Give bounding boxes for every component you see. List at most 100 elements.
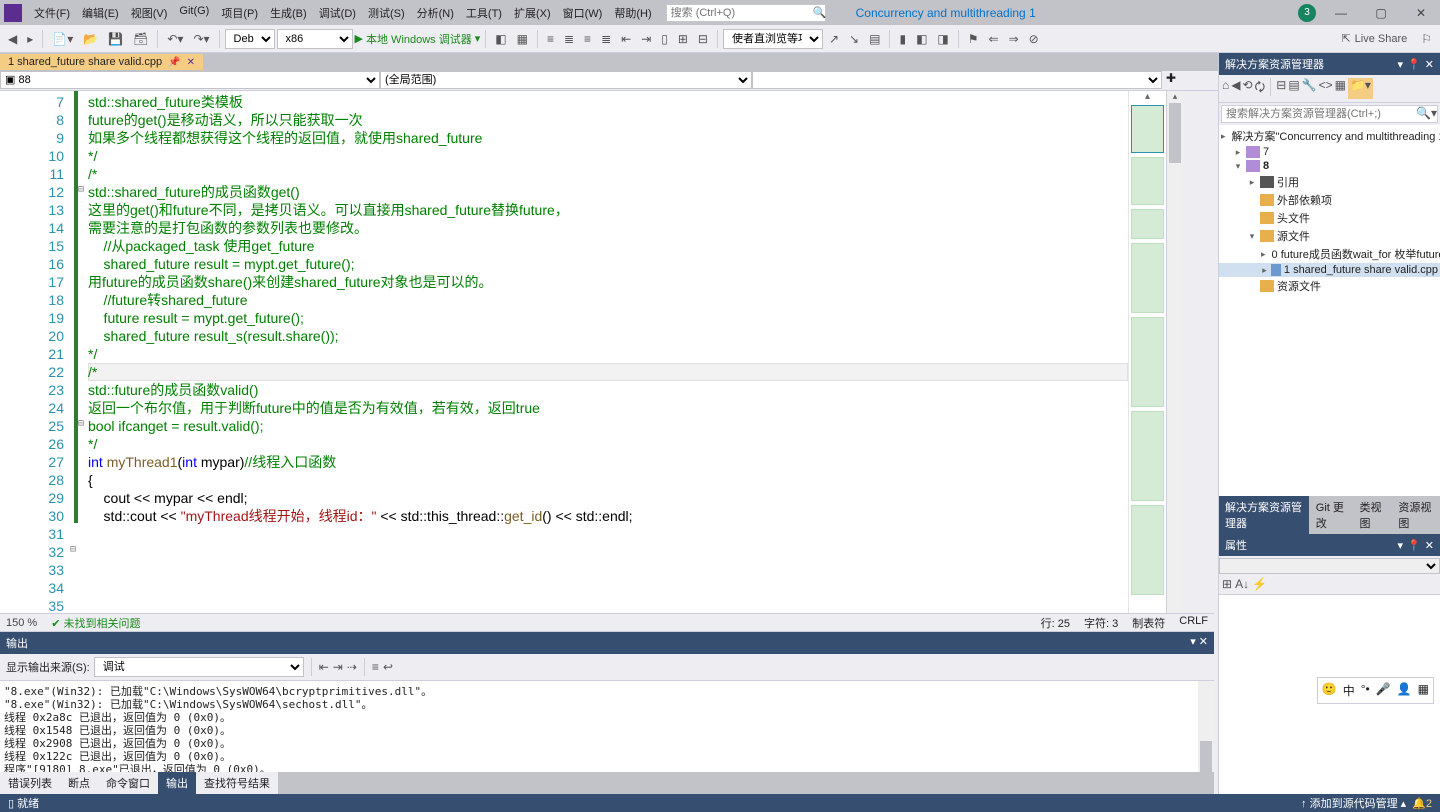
bookmark-icon[interactable]: ◨ <box>933 30 952 48</box>
minimize-button[interactable]: — <box>1326 6 1356 20</box>
nav-select[interactable]: 使者直浏览等项(E) <box>723 29 823 49</box>
redo-button[interactable]: ↷▾ <box>189 30 213 48</box>
references-node[interactable]: ▸引用 <box>1219 173 1440 191</box>
bookmark-icon[interactable]: ◧ <box>912 30 931 48</box>
show-all-icon[interactable]: ▤ <box>1288 78 1299 99</box>
menu-item[interactable]: 扩展(X) <box>508 2 557 24</box>
solution-tab[interactable]: 资源视图 <box>1392 496 1439 534</box>
project-scope-select[interactable]: ▣ 88 <box>0 71 380 89</box>
indent-icon[interactable]: ≣ <box>597 30 615 48</box>
collab-icon[interactable]: 🎤 <box>1376 682 1391 699</box>
editor-scrollbar[interactable]: ▴ ▾ <box>1166 91 1183 621</box>
fwd-button[interactable]: ▸ <box>23 30 37 48</box>
nav-icon[interactable]: ⇒ <box>1005 30 1023 48</box>
output-tab[interactable]: 查找符号结果 <box>196 772 278 794</box>
issue-status[interactable]: ✔ 未找到相关问题 <box>51 615 140 631</box>
output-tab[interactable]: 输出 <box>158 772 196 794</box>
panel-menu-icon[interactable]: ▾ <box>1398 539 1404 552</box>
sources-node[interactable]: ▾源文件 <box>1219 227 1440 245</box>
nav-icon[interactable]: ↘ <box>845 30 863 48</box>
output-tab[interactable]: 命令窗口 <box>98 772 158 794</box>
undo-button[interactable]: ↶▾ <box>163 30 187 48</box>
view-code-icon[interactable]: <> <box>1319 78 1333 99</box>
clear-icon[interactable]: ≡ <box>372 660 379 674</box>
nav-icon[interactable]: ⊘ <box>1025 30 1043 48</box>
menu-item[interactable]: 窗口(W) <box>557 2 609 24</box>
project-node[interactable]: ▸7 <box>1219 145 1440 159</box>
back-icon[interactable]: ◀ <box>1231 78 1240 99</box>
indent-icon[interactable]: ≡ <box>543 30 558 48</box>
tool-icon[interactable]: ▦ <box>513 30 532 48</box>
alpha-sort-icon[interactable]: A↓ <box>1235 577 1249 591</box>
minimap[interactable]: ▴ <box>1128 91 1166 621</box>
scope-select[interactable]: (全局范围) <box>380 71 752 89</box>
close-button[interactable]: ✕ <box>1406 6 1436 20</box>
output-text[interactable]: "8.exe"(Win32): 已加载"C:\Windows\SysWOW64\… <box>0 681 1214 772</box>
scroll-up-icon[interactable]: ▴ <box>1129 91 1166 102</box>
indent-mode[interactable]: 制表符 <box>1132 615 1165 631</box>
search-input[interactable] <box>671 7 813 19</box>
save-button[interactable]: 💾 <box>104 30 127 48</box>
headers-node[interactable]: 头文件 <box>1219 209 1440 227</box>
solution-search[interactable]: 🔍▾ <box>1221 105 1438 123</box>
menu-item[interactable]: 生成(B) <box>264 2 313 24</box>
indent-icon[interactable]: ≡ <box>580 30 595 48</box>
source-file[interactable]: ▸1 shared_future share valid.cpp <box>1219 263 1440 277</box>
output-nav-icon[interactable]: ⇥ <box>333 660 343 674</box>
properties-object-select[interactable] <box>1219 558 1440 574</box>
comment-icon[interactable]: ⊞ <box>674 30 692 48</box>
panel-menu-icon[interactable]: ▾ <box>1398 58 1404 71</box>
menu-item[interactable]: 项目(P) <box>215 2 264 24</box>
solution-tab[interactable]: 解决方案资源管理器 <box>1219 496 1309 534</box>
new-item-button[interactable]: 📄▾ <box>48 30 77 48</box>
output-nav-icon[interactable]: ⇢ <box>347 660 357 674</box>
comment-icon[interactable]: ⊟ <box>694 30 712 48</box>
code-editor[interactable]: 7891011121314151617181920212223242526272… <box>0 91 1128 621</box>
collab-toolbar[interactable]: 🙂 中 °• 🎤 👤 ▦ <box>1317 677 1434 704</box>
menu-item[interactable]: 编辑(E) <box>76 2 125 24</box>
solution-search-input[interactable] <box>1222 106 1416 122</box>
back-button[interactable]: ◀ <box>4 30 21 48</box>
tool-icon[interactable]: ◧ <box>491 30 510 48</box>
close-panel-icon[interactable]: ✕ <box>1425 539 1434 552</box>
properties-icon[interactable]: 🔧 <box>1302 78 1317 99</box>
collab-icon[interactable]: 中 <box>1343 682 1355 699</box>
pin-icon[interactable]: 📍 <box>1407 58 1421 71</box>
nav-icon[interactable]: ▤ <box>865 30 884 48</box>
bookmark-icon[interactable]: ▮ <box>895 30 910 48</box>
solution-node[interactable]: ▸解决方案"Concurrency and multithreading 1"(… <box>1219 127 1440 145</box>
categorize-icon[interactable]: ⊞ <box>1222 577 1232 591</box>
split-icon[interactable]: ✚ <box>1162 71 1180 90</box>
nav-icon[interactable]: ↗ <box>825 30 843 48</box>
resources-node[interactable]: 资源文件 <box>1219 277 1440 295</box>
output-tab[interactable]: 错误列表 <box>0 772 60 794</box>
close-tab-icon[interactable]: ✕ <box>187 57 195 68</box>
collab-icon[interactable]: 🙂 <box>1322 682 1337 699</box>
menu-item[interactable]: 调试(D) <box>313 2 362 24</box>
home-icon[interactable]: ⌂ <box>1222 78 1229 99</box>
menu-item[interactable]: 分析(N) <box>411 2 460 24</box>
eol-mode[interactable]: CRLF <box>1179 615 1208 631</box>
zoom-level[interactable]: 150 % <box>6 617 37 629</box>
flag-icon[interactable]: ⚑ <box>964 30 983 48</box>
pin-icon[interactable]: 📌 <box>168 57 180 68</box>
events-icon[interactable]: ⚡ <box>1252 577 1267 591</box>
feedback-icon[interactable]: ⚐ <box>1417 30 1436 48</box>
collab-icon[interactable]: 👤 <box>1397 682 1412 699</box>
source-control-button[interactable]: ↑ 添加到源代码管理 ▴ <box>1301 795 1406 811</box>
save-all-button[interactable]: 🗃 <box>129 30 152 48</box>
live-share-button[interactable]: ⇱ Live Share <box>1341 32 1407 45</box>
notification-badge[interactable]: 3 <box>1298 4 1316 22</box>
collab-icon[interactable]: °• <box>1361 682 1370 699</box>
collab-icon[interactable]: ▦ <box>1418 682 1429 699</box>
indent-icon[interactable]: ≣ <box>560 30 578 48</box>
notifications-button[interactable]: 🔔2 <box>1412 797 1432 810</box>
pin-icon[interactable]: 📍 <box>1407 539 1421 552</box>
menu-item[interactable]: Git(G) <box>173 2 215 24</box>
menu-item[interactable]: 测试(S) <box>362 2 411 24</box>
solution-tab[interactable]: Git 更改 <box>1310 496 1353 534</box>
collapse-icon[interactable]: ⊟ <box>1276 78 1286 99</box>
menu-item[interactable]: 视图(V) <box>125 2 174 24</box>
solution-tab[interactable]: 类视图 <box>1354 496 1392 534</box>
config-select[interactable]: Debug <box>225 29 275 49</box>
